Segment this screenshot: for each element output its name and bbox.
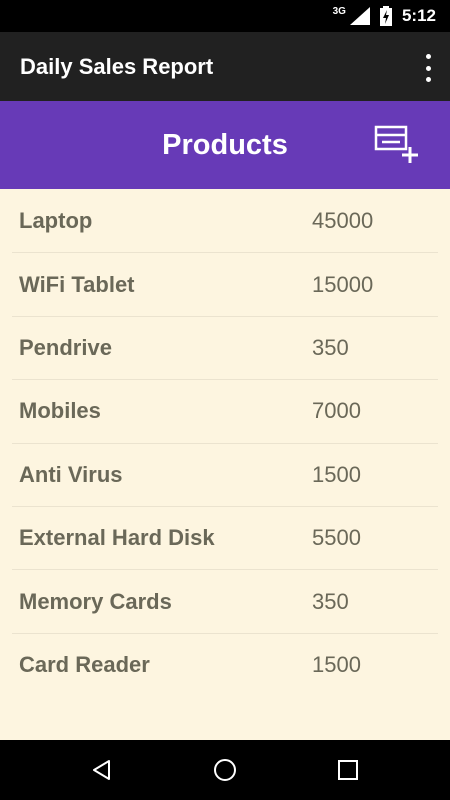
app-title: Daily Sales Report — [20, 53, 214, 79]
product-name: WiFi Tablet — [19, 271, 135, 297]
product-row[interactable]: WiFi Tablet 15000 — [12, 253, 438, 317]
products-header: Products — [0, 101, 450, 189]
product-price: 15000 — [312, 271, 374, 297]
network-type: 3G — [332, 5, 346, 17]
product-list: Laptop 45000 WiFi Tablet 15000 Pendrive … — [12, 190, 438, 697]
product-row[interactable]: Memory Cards 350 — [12, 570, 438, 634]
status-time: 5:12 — [401, 6, 436, 25]
back-icon — [92, 760, 110, 780]
product-row[interactable]: Pendrive 350 — [12, 317, 438, 381]
home-icon — [213, 759, 236, 781]
product-name: Card Reader — [19, 652, 150, 678]
product-row[interactable]: Anti Virus 1500 — [12, 444, 438, 507]
back-button[interactable] — [82, 750, 122, 790]
battery-charging-icon — [379, 6, 392, 26]
product-price: 350 — [312, 334, 349, 360]
product-name: External Hard Disk — [19, 525, 215, 551]
product-row[interactable]: External Hard Disk 5500 — [12, 507, 438, 571]
product-price: 45000 — [312, 208, 374, 234]
app-bar: Daily Sales Report — [0, 32, 450, 101]
more-vert-icon[interactable] — [420, 54, 436, 82]
add-to-list-icon[interactable] — [374, 125, 422, 167]
product-price: 350 — [312, 588, 349, 614]
home-button[interactable] — [205, 750, 245, 790]
recents-button[interactable] — [328, 750, 368, 790]
product-name: Laptop — [19, 208, 93, 234]
product-row[interactable]: Laptop 45000 — [12, 190, 438, 254]
product-row[interactable]: Card Reader 1500 — [12, 634, 438, 697]
product-price: 7000 — [312, 398, 361, 424]
product-name: Memory Cards — [19, 588, 172, 614]
screen: 3G 5:12 Daily Sales Report Products Lapt… — [0, 0, 450, 800]
product-name: Mobiles — [19, 398, 101, 424]
product-price: 5500 — [312, 525, 361, 551]
recents-icon — [338, 760, 359, 780]
products-title: Products — [162, 128, 288, 161]
product-price: 1500 — [312, 652, 361, 678]
status-bar: 3G 5:12 — [0, 0, 450, 32]
product-name: Pendrive — [19, 334, 112, 360]
product-name: Anti Virus — [19, 461, 123, 487]
navigation-bar — [0, 740, 450, 800]
product-price: 1500 — [312, 461, 361, 487]
signal-icon — [349, 7, 370, 25]
product-row[interactable]: Mobiles 7000 — [12, 380, 438, 444]
